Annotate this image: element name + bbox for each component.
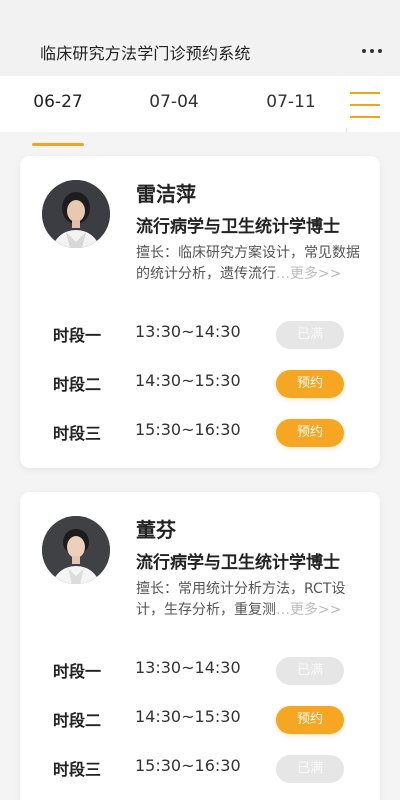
doctor-expertise: 擅长：常用统计分析方法，RCT设计，生存分析，重复测…更多>> xyxy=(136,579,360,621)
slot-label: 时段二 xyxy=(53,711,102,730)
tab-active-indicator xyxy=(32,143,84,146)
page-title: 临床研究方法学门诊预约系统 xyxy=(40,44,251,63)
slot-time: 15:30~16:30 xyxy=(135,420,241,439)
more-link[interactable]: …更多>> xyxy=(276,602,341,618)
doctor-name: 董芬 xyxy=(136,518,176,542)
slot-label: 时段三 xyxy=(53,424,102,443)
slot-label: 时段一 xyxy=(53,662,102,681)
slot-label: 时段一 xyxy=(53,326,102,345)
hamburger-menu-icon[interactable] xyxy=(350,92,380,118)
more-horizontal-icon[interactable] xyxy=(362,49,382,55)
doctor-title: 流行病学与卫生统计学博士 xyxy=(136,553,340,573)
book-button[interactable]: 预约 xyxy=(276,706,344,734)
doctor-expertise: 擅长：临床研究方案设计，常见数据的统计分析，遗传流行…更多>> xyxy=(136,243,360,285)
book-button[interactable]: 预约 xyxy=(276,370,344,398)
slot-time: 13:30~14:30 xyxy=(135,322,241,341)
slot-label: 时段二 xyxy=(53,375,102,394)
slot-time: 14:30~15:30 xyxy=(135,707,241,726)
doctor-avatar xyxy=(42,180,110,248)
app-header: 临床研究方法学门诊预约系统 xyxy=(0,0,400,76)
doctor-title: 流行病学与卫生统计学博士 xyxy=(136,217,340,237)
slot-full-badge: 已满 xyxy=(276,755,344,783)
slot-time: 13:30~14:30 xyxy=(135,658,241,677)
tab-07-04[interactable]: 07-04 xyxy=(146,92,202,128)
tab-07-11[interactable]: 07-11 xyxy=(263,92,319,128)
slot-time: 14:30~15:30 xyxy=(135,371,241,390)
book-button[interactable]: 预约 xyxy=(276,419,344,447)
more-link[interactable]: …更多>> xyxy=(276,266,341,282)
date-tabbar: 06-27 07-04 07-11 xyxy=(0,76,400,146)
slot-full-badge: 已满 xyxy=(276,657,344,685)
tab-06-27[interactable]: 06-27 xyxy=(30,92,86,146)
doctor-card: 董芬 流行病学与卫生统计学博士 擅长：常用统计分析方法，RCT设计，生存分析，重… xyxy=(20,492,380,800)
doctor-card: 雷洁萍 流行病学与卫生统计学博士 擅长：临床研究方案设计，常见数据的统计分析，遗… xyxy=(20,156,380,468)
tab-label: 06-27 xyxy=(33,92,83,112)
doctor-name: 雷洁萍 xyxy=(136,182,196,206)
slot-time: 15:30~16:30 xyxy=(135,756,241,775)
tabbar-divider xyxy=(346,128,347,132)
tab-label: 07-04 xyxy=(149,92,199,112)
slot-label: 时段三 xyxy=(53,760,102,779)
slot-full-badge: 已满 xyxy=(276,321,344,349)
tab-label: 07-11 xyxy=(266,92,316,112)
doctor-avatar xyxy=(42,516,110,584)
